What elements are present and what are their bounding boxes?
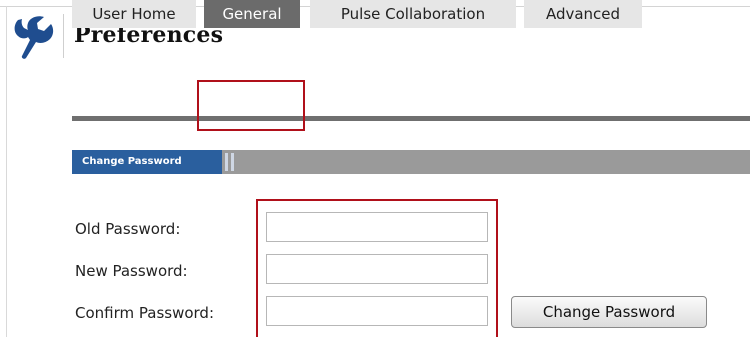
section-label: Change Password <box>72 150 222 174</box>
tab-user-home[interactable]: User Home <box>72 0 196 28</box>
old-password-label: Old Password: <box>75 220 181 238</box>
confirm-password-label: Confirm Password: <box>75 304 215 322</box>
wrench-icon <box>14 16 54 59</box>
tab-general[interactable]: General <box>204 0 300 28</box>
new-password-label: New Password: <box>75 262 188 280</box>
change-password-button[interactable]: Change Password <box>511 296 707 328</box>
tab-underline-rule <box>72 116 750 121</box>
password-fields-highlight <box>256 199 498 337</box>
section-header-bar: Change Password <box>72 150 750 174</box>
tab-pulse-collaboration[interactable]: Pulse Collaboration <box>310 0 516 28</box>
left-border-line <box>6 6 7 337</box>
section-grip-2 <box>231 153 234 171</box>
section-grip-1 <box>225 153 228 171</box>
tab-advanced[interactable]: Advanced <box>524 0 642 28</box>
header-separator <box>63 14 64 58</box>
general-tab-highlight <box>197 80 305 131</box>
